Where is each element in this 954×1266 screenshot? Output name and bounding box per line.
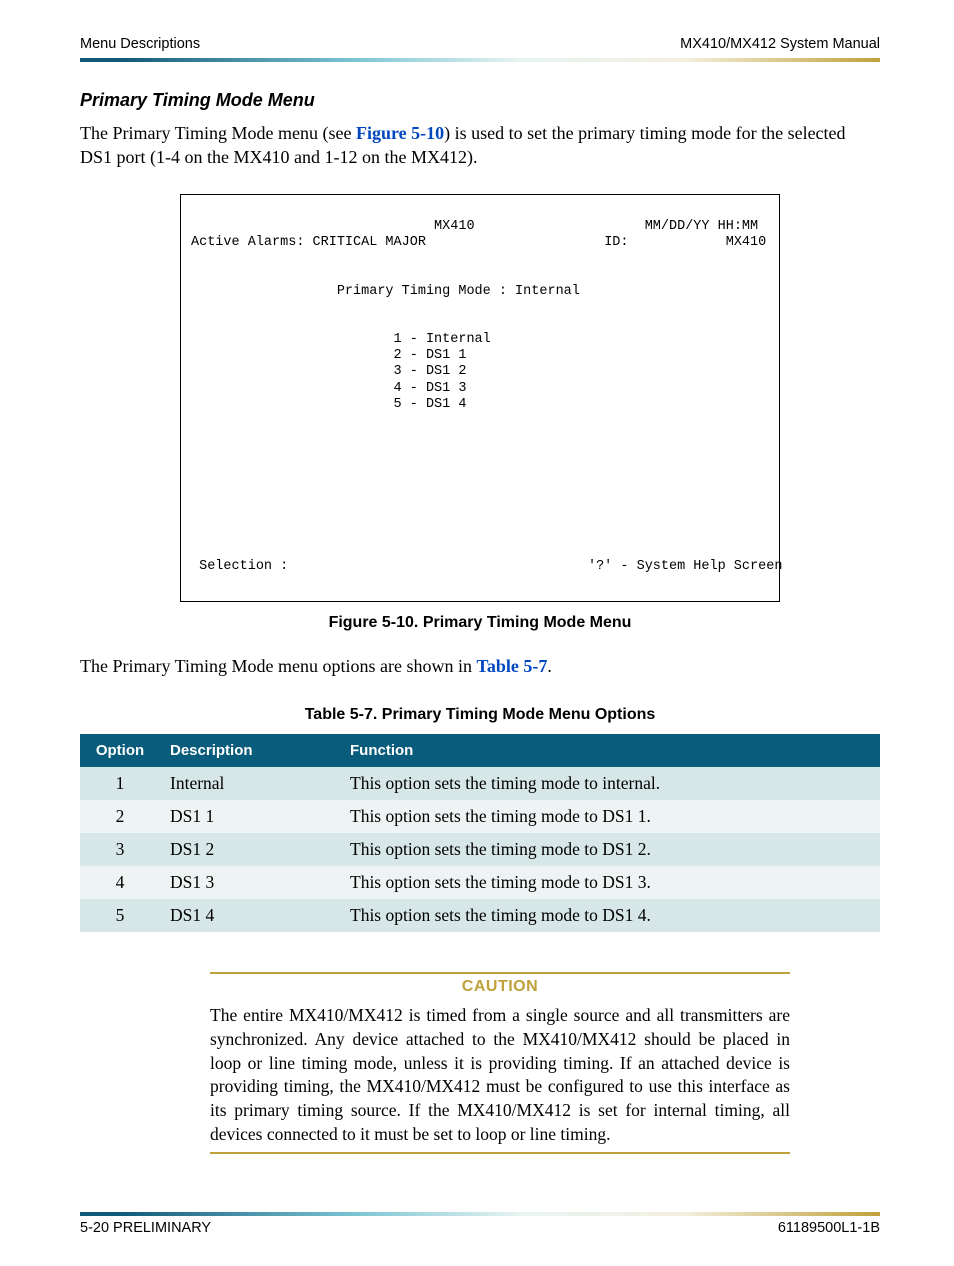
term-opt3-text: 3 - DS1 2: [394, 364, 467, 379]
cell-option: 1: [80, 767, 160, 800]
term-opt4-text: 4 - DS1 3: [394, 381, 467, 396]
figure-link[interactable]: Figure 5-10: [356, 123, 444, 143]
term-opt-1: 1 - Internal: [191, 332, 491, 347]
cell-desc: Internal: [160, 767, 340, 800]
caution-text: The entire MX410/MX412 is timed from a s…: [210, 1004, 790, 1146]
cell-desc: DS1 2: [160, 833, 340, 866]
term-row-2: Active Alarms: CRITICAL MAJOR ID: MX410: [191, 235, 766, 250]
term-opt1-text: 1 - Internal: [394, 332, 491, 347]
term-row-1: MX410 MM/DD/YY HH:MM: [191, 219, 758, 234]
caution-block: CAUTION The entire MX410/MX412 is timed …: [210, 972, 790, 1154]
cell-desc: DS1 4: [160, 899, 340, 932]
options-table: Option Description Function 1 Internal T…: [80, 734, 880, 932]
caution-rule-bottom: [210, 1152, 790, 1154]
table-link[interactable]: Table 5-7: [476, 656, 547, 676]
table-caption: Table 5-7. Primary Timing Mode Menu Opti…: [80, 706, 880, 724]
intro-paragraph: The Primary Timing Mode menu (see Figure…: [80, 121, 880, 170]
section-title: Primary Timing Mode Menu: [80, 90, 880, 111]
term-opt-3: 3 - DS1 2: [191, 364, 466, 379]
footer-right: 61189500L1-1B: [778, 1220, 880, 1236]
table-row: 2 DS1 1 This option sets the timing mode…: [80, 800, 880, 833]
table-row: 5 DS1 4 This option sets the timing mode…: [80, 899, 880, 932]
term-alarms: Active Alarms: CRITICAL MAJOR: [191, 235, 426, 250]
options-intro-post: .: [547, 656, 552, 676]
term-id-label: ID:: [604, 235, 628, 250]
table-row: 4 DS1 3 This option sets the timing mode…: [80, 866, 880, 899]
cell-option: 4: [80, 866, 160, 899]
figure-caption: Figure 5-10. Primary Timing Mode Menu: [180, 614, 780, 632]
running-left: Menu Descriptions: [80, 36, 200, 52]
cell-desc: DS1 1: [160, 800, 340, 833]
col-option: Option: [80, 734, 160, 767]
cell-func: This option sets the timing mode to DS1 …: [340, 833, 880, 866]
term-title: MX410: [434, 219, 475, 234]
term-opt-2: 2 - DS1 1: [191, 348, 466, 363]
table-row: 1 Internal This option sets the timing m…: [80, 767, 880, 800]
intro-pre: The Primary Timing Mode menu (see: [80, 123, 356, 143]
options-intro: The Primary Timing Mode menu options are…: [80, 654, 880, 678]
term-selection-label: Selection :: [199, 559, 288, 574]
term-help: '?' - System Help Screen: [588, 559, 782, 574]
cell-func: This option sets the timing mode to DS1 …: [340, 800, 880, 833]
term-opt5-text: 5 - DS1 4: [394, 397, 467, 412]
table-row: 3 DS1 2 This option sets the timing mode…: [80, 833, 880, 866]
cell-option: 2: [80, 800, 160, 833]
cell-desc: DS1 3: [160, 866, 340, 899]
term-id-value: MX410: [726, 235, 767, 250]
term-selection-row: Selection : '?' - System Help Screen: [191, 559, 782, 574]
term-mode: Primary Timing Mode : Internal: [337, 284, 580, 299]
term-opt-5: 5 - DS1 4: [191, 397, 466, 412]
col-description: Description: [160, 734, 340, 767]
cell-func: This option sets the timing mode to DS1 …: [340, 866, 880, 899]
term-mode-line: Primary Timing Mode : Internal: [191, 284, 580, 299]
header-rule: [80, 58, 880, 62]
footer-rule: [80, 1212, 880, 1216]
cell-func: This option sets the timing mode to DS1 …: [340, 899, 880, 932]
footer-left: 5-20 PRELIMINARY: [80, 1220, 211, 1236]
cell-option: 5: [80, 899, 160, 932]
cell-func: This option sets the timing mode to inte…: [340, 767, 880, 800]
terminal-screen: MX410 MM/DD/YY HH:MM Active Alarms: CRIT…: [180, 194, 780, 603]
running-right: MX410/MX412 System Manual: [680, 36, 880, 52]
term-opt-4: 4 - DS1 3: [191, 381, 466, 396]
cell-option: 3: [80, 833, 160, 866]
term-datetime: MM/DD/YY HH:MM: [645, 219, 758, 234]
col-function: Function: [340, 734, 880, 767]
options-intro-pre: The Primary Timing Mode menu options are…: [80, 656, 476, 676]
term-opt2-text: 2 - DS1 1: [394, 348, 467, 363]
caution-rule-top: [210, 972, 790, 974]
caution-label: CAUTION: [210, 978, 790, 996]
